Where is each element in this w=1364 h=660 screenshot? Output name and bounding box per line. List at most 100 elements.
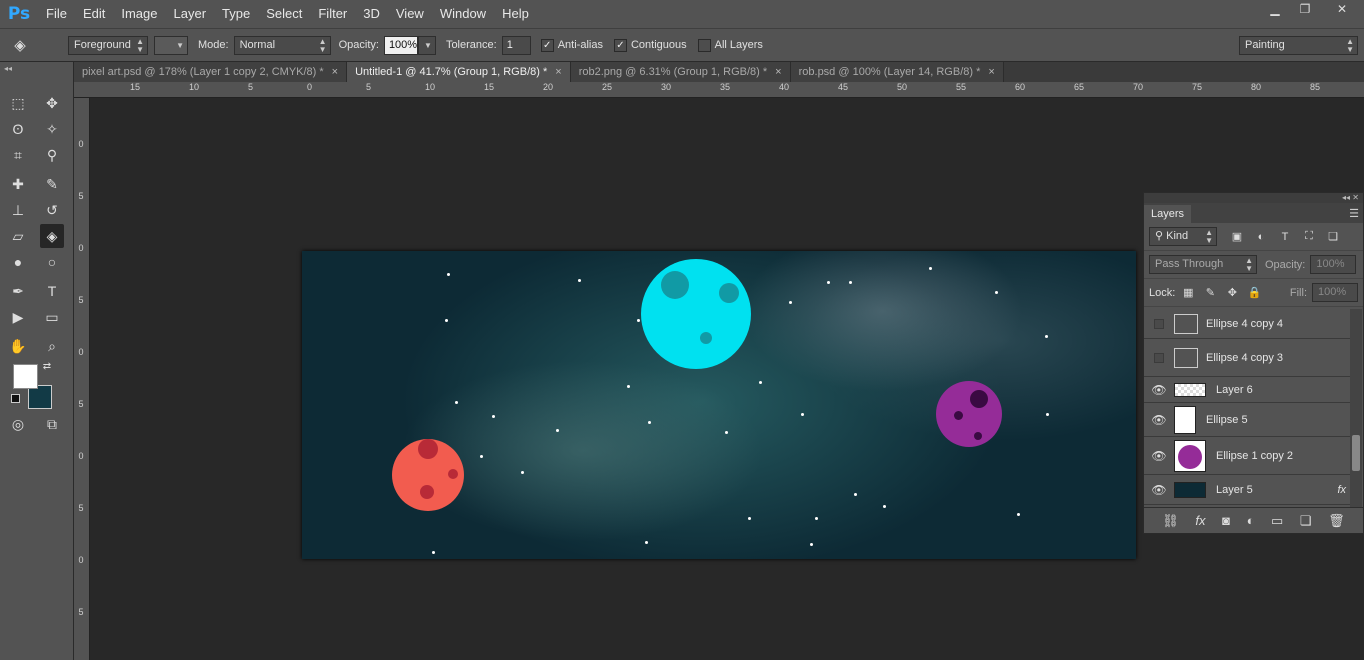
type-tool-icon[interactable]: T (40, 279, 64, 303)
pattern-picker[interactable]: ▼ (154, 35, 188, 55)
eye-icon[interactable]: 👁 (1144, 449, 1174, 463)
eye-icon[interactable]: 👁 (1144, 483, 1174, 497)
magic-wand-tool-icon[interactable]: ✧ (40, 117, 64, 141)
lock-position-icon[interactable]: ✥ (1224, 285, 1240, 301)
layer-opacity-input[interactable]: 100% (1310, 255, 1357, 274)
hand-tool-icon[interactable]: ✋ (6, 334, 30, 358)
opacity-dropdown[interactable]: ▼ (417, 35, 436, 55)
menu-window[interactable]: Window (432, 0, 494, 28)
close-tab-icon[interactable]: × (988, 66, 994, 78)
pixel-filter-icon[interactable]: ▣ (1229, 229, 1245, 245)
layer-row[interactable]: 👁 Ellipse 5 (1144, 403, 1350, 437)
antialias-checkbox[interactable]: ✓ (540, 38, 554, 52)
close-tab-icon[interactable]: × (332, 66, 338, 78)
eye-icon[interactable]: 👁 (1144, 383, 1174, 397)
tab-layers[interactable]: Layers (1144, 205, 1192, 223)
foreground-color-swatch[interactable] (13, 364, 38, 389)
adjustment-layer-icon[interactable]: ◐ (1247, 513, 1255, 528)
menu-help[interactable]: Help (494, 0, 537, 28)
new-group-icon[interactable]: ▭ (1271, 513, 1283, 529)
document-canvas[interactable] (302, 251, 1136, 559)
tab-rob[interactable]: rob.psd @ 100% (Layer 14, RGB/8) * × (790, 62, 1004, 82)
menu-file[interactable]: File (38, 0, 75, 28)
collapse-icon[interactable]: ◂◂ (4, 64, 12, 73)
trash-icon[interactable]: 🗑 (1328, 513, 1345, 529)
adjustment-filter-icon[interactable]: ◐ (1253, 229, 1269, 245)
clone-stamp-tool-icon[interactable]: ⊥ (6, 198, 30, 222)
blur-tool-icon[interactable]: ● (6, 250, 30, 274)
lock-transparent-icon[interactable]: ▦ (1180, 285, 1196, 301)
tab-pixel-art[interactable]: pixel art.psd @ 178% (Layer 1 copy 2, CM… (74, 62, 348, 82)
fill-source-select[interactable]: Foreground ▲ ▼ (68, 35, 148, 55)
add-mask-icon[interactable]: ◙ (1222, 513, 1230, 528)
menu-edit[interactable]: Edit (75, 0, 113, 28)
tolerance-input[interactable]: 1 (501, 35, 531, 55)
menu-layer[interactable]: Layer (166, 0, 215, 28)
screen-mode-icon[interactable]: ⧉ (40, 412, 64, 436)
layer-row[interactable]: 👁 Layer 5 fx (1144, 475, 1350, 505)
fill-input[interactable]: 100% (1312, 283, 1358, 302)
lock-all-icon[interactable]: 🔒 (1246, 285, 1262, 301)
marquee-tool-icon[interactable]: ⬚ (6, 91, 30, 115)
contiguous-checkbox[interactable]: ✓ (613, 38, 627, 52)
crop-tool-icon[interactable]: ⌗ (6, 143, 30, 167)
paint-bucket-tool-preset-icon[interactable]: ◈ (0, 36, 40, 54)
quick-mask-icon[interactable]: ◎ (6, 412, 30, 436)
type-filter-icon[interactable]: T (1277, 229, 1293, 245)
layers-scrollbar[interactable] (1350, 309, 1362, 509)
smart-object-filter-icon[interactable]: ❏ (1325, 229, 1341, 245)
close-button[interactable]: ✕ (1320, 0, 1364, 18)
link-layers-icon[interactable]: ⛓ (1162, 513, 1179, 529)
menu-filter[interactable]: Filter (310, 0, 355, 28)
menu-select[interactable]: Select (258, 0, 310, 28)
kind-filter-select[interactable]: ⚲ Kind ▲ ▼ (1149, 227, 1217, 246)
restore-button[interactable]: ❐ (1290, 0, 1320, 18)
fill-label: Fill: (1289, 286, 1307, 299)
lasso-tool-icon[interactable]: ʘ (6, 117, 30, 141)
healing-brush-tool-icon[interactable]: ✚ (6, 172, 30, 196)
eyedropper-tool-icon[interactable]: ⚲ (40, 143, 64, 167)
scroll-thumb[interactable] (1352, 435, 1360, 471)
eraser-tool-icon[interactable]: ▱ (6, 224, 30, 248)
zoom-tool-icon[interactable]: ⌕ (40, 334, 64, 358)
add-style-icon[interactable]: fx (1195, 513, 1205, 528)
close-tab-icon[interactable]: × (775, 66, 781, 78)
eye-icon[interactable]: 👁 (1144, 413, 1174, 427)
tab-rob2[interactable]: rob2.png @ 6.31% (Group 1, RGB/8) * × (570, 62, 791, 82)
fx-badge[interactable]: fx (1337, 484, 1346, 496)
layer-row[interactable]: Ellipse 4 copy 3 (1144, 339, 1350, 377)
menu-view[interactable]: View (388, 0, 432, 28)
swap-colors-icon[interactable]: ⇄ (40, 359, 54, 373)
brush-tool-icon[interactable]: ✎ (40, 172, 64, 196)
dodge-tool-icon[interactable]: ○ (40, 250, 64, 274)
path-selection-tool-icon[interactable]: ▶ (6, 305, 30, 329)
visibility-toggle[interactable] (1154, 352, 1164, 363)
menu-type[interactable]: Type (214, 0, 258, 28)
lock-pixels-icon[interactable]: ✎ (1202, 285, 1218, 301)
tab-untitled-1[interactable]: Untitled-1 @ 41.7% (Group 1, RGB/8) * × (347, 62, 571, 82)
collapse-panel-icon[interactable]: ◂◂ ✕ (1342, 193, 1359, 202)
history-brush-tool-icon[interactable]: ↺ (40, 198, 64, 222)
blend-mode-select[interactable]: Pass Through ▲ ▼ (1149, 255, 1257, 274)
all-layers-checkbox[interactable] (697, 38, 711, 52)
panel-menu-icon[interactable]: ☰ (1349, 205, 1363, 223)
move-tool-icon[interactable]: ✥ (40, 91, 64, 115)
layer-row[interactable]: Ellipse 4 copy 4 (1144, 309, 1350, 339)
layer-row[interactable]: 👁 Ellipse 1 copy 2 (1144, 437, 1350, 475)
visibility-toggle[interactable] (1154, 318, 1164, 329)
star (759, 381, 762, 384)
menu-3d[interactable]: 3D (355, 0, 388, 28)
minimize-button[interactable]: ▁ (1260, 0, 1290, 18)
workspace-select[interactable]: Painting ▲ ▼ (1239, 36, 1358, 55)
rectangle-tool-icon[interactable]: ▭ (40, 305, 64, 329)
pen-tool-icon[interactable]: ✒ (6, 279, 30, 303)
close-tab-icon[interactable]: × (555, 66, 561, 78)
new-layer-icon[interactable]: ❏ (1300, 513, 1312, 529)
menu-image[interactable]: Image (113, 0, 165, 28)
layer-row[interactable]: 👁 Layer 6 (1144, 377, 1350, 403)
shape-filter-icon[interactable]: ⛶ (1301, 229, 1317, 245)
paint-bucket-tool-icon[interactable]: ◈ (40, 224, 64, 248)
default-colors-icon[interactable] (11, 394, 20, 403)
opacity-input[interactable]: 100% (383, 35, 418, 55)
mode-select[interactable]: Normal ▲ ▼ (233, 35, 331, 55)
